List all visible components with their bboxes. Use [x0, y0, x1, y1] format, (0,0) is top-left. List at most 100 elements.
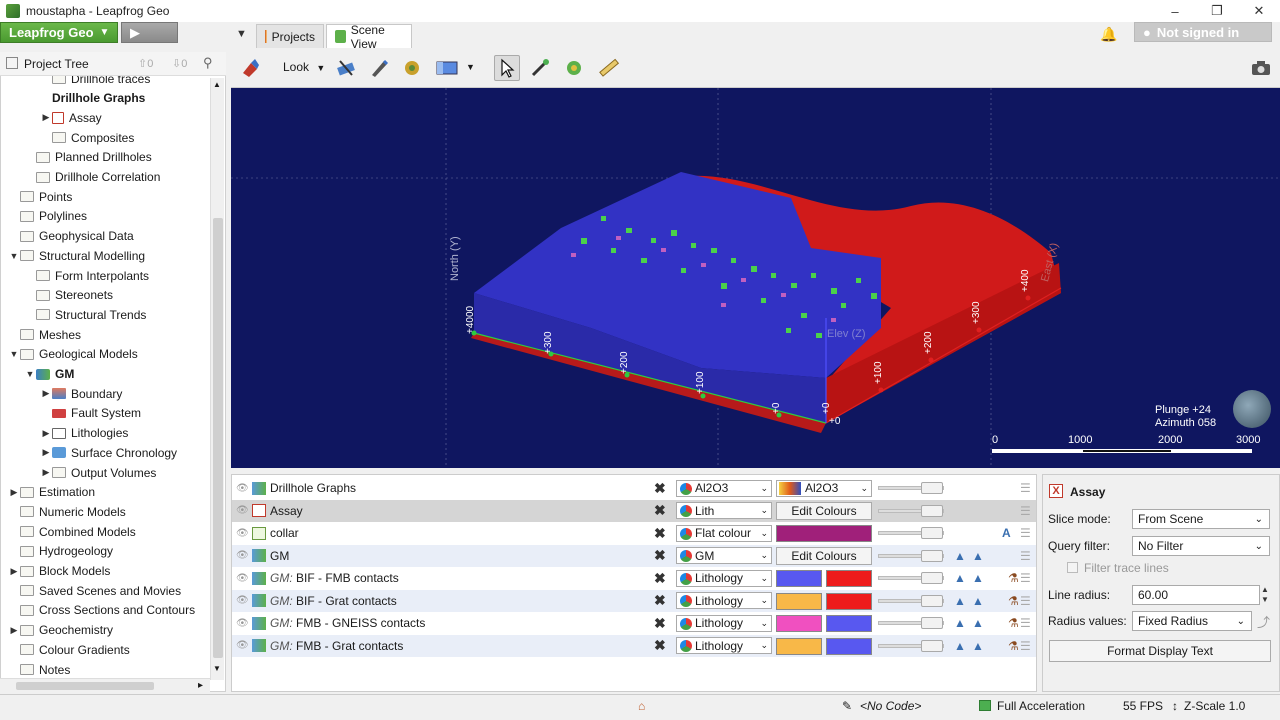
contact-tool-icon[interactable]: ⚗: [1008, 571, 1019, 585]
layer-row[interactable]: 👁 GM: BIF - Grat contacts ✖ Lithology ⌄ ▲ ▲ ⚗ ☰: [232, 589, 1036, 612]
colour-by-select[interactable]: Al2O3 ⌄: [676, 479, 772, 497]
tree-item[interactable]: Cross Sections and Contours: [8, 601, 195, 620]
remove-layer-icon[interactable]: ✖: [654, 502, 666, 519]
colour-by-select[interactable]: Lithology ⌄: [676, 614, 772, 632]
tree-item[interactable]: Combined Models: [8, 522, 136, 541]
expand-icon[interactable]: ▶: [8, 625, 20, 636]
visibility-eye-icon[interactable]: 👁: [236, 573, 249, 584]
tree-item[interactable]: Drillhole Correlation: [24, 168, 160, 187]
tree-horizontal-scrollbar[interactable]: ▸: [0, 678, 210, 692]
radius-values-link-icon[interactable]: ⤴: [1257, 612, 1270, 631]
scroll-up-icon[interactable]: ▲: [213, 80, 221, 89]
opacity-slider[interactable]: [878, 572, 944, 584]
colour-swatch[interactable]: [776, 615, 822, 632]
expand-icon[interactable]: ▶: [40, 388, 52, 399]
slider-knob[interactable]: [921, 527, 943, 539]
minimize-icon[interactable]: –: [1154, 0, 1196, 22]
expand-icon[interactable]: ▶: [8, 566, 20, 577]
opacity-slider[interactable]: [878, 527, 944, 539]
slider-knob[interactable]: [921, 617, 943, 629]
tree-item[interactable]: Points: [8, 187, 72, 206]
hscrollbar-thumb[interactable]: [16, 682, 154, 690]
opacity-slider[interactable]: [878, 594, 944, 607]
tree-item[interactable]: Composites: [40, 128, 134, 147]
restore-icon[interactable]: ❐: [1196, 0, 1238, 22]
sign-in-button[interactable]: ● Not signed in: [1134, 22, 1272, 42]
scroll-right-icon[interactable]: ▸: [198, 680, 203, 691]
surface-display-icon[interactable]: ▲: [954, 549, 966, 563]
expand-icon[interactable]: ▶: [40, 447, 52, 458]
polyline-tool-icon[interactable]: [561, 55, 587, 81]
surface-display-icon[interactable]: ▲: [972, 571, 984, 585]
colour-by-select[interactable]: Flat colour ⌄: [676, 524, 772, 542]
remove-layer-icon[interactable]: ✖: [654, 525, 666, 542]
layer-row[interactable]: 👁 Drillhole Graphs ✖ Al2O3 ⌄ Al2O3 ⌄ ☰: [232, 477, 1036, 499]
slider-knob[interactable]: [921, 639, 943, 652]
expand-icon[interactable]: ▶: [40, 112, 52, 123]
z-scale-status[interactable]: Z-Scale 1.0: [1184, 699, 1245, 713]
collapse-icon[interactable]: ▼: [8, 251, 20, 261]
tree-item[interactable]: Fault System: [40, 404, 141, 423]
filter-trace-checkbox[interactable]: [1067, 562, 1078, 573]
tree-item[interactable]: Planned Drillholes: [24, 148, 152, 167]
tab-scene-view[interactable]: Scene View: [326, 23, 412, 51]
colour-by-select[interactable]: Lithology ⌄: [676, 569, 772, 587]
visibility-eye-icon[interactable]: 👁: [236, 483, 249, 494]
properties-list-icon[interactable]: ☰: [1020, 549, 1031, 563]
visibility-eye-icon[interactable]: 👁: [236, 550, 249, 561]
visibility-eye-icon[interactable]: 👁: [236, 595, 249, 606]
surface-display-icon[interactable]: ▲: [954, 639, 966, 653]
colour-swatch[interactable]: [826, 570, 872, 587]
draw-line-tool-icon[interactable]: [527, 55, 553, 81]
slider-knob[interactable]: [921, 549, 943, 562]
gradient-select[interactable]: Al2O3 ⌄: [776, 479, 872, 497]
opacity-slider[interactable]: [878, 549, 944, 562]
tree-item[interactable]: ▶ Boundary: [40, 384, 123, 403]
slice-tool-icon[interactable]: [333, 55, 359, 81]
colour-swatch[interactable]: [776, 592, 822, 610]
tree-item[interactable]: Meshes: [8, 325, 81, 344]
opacity-slider[interactable]: [878, 504, 944, 517]
colour-swatch[interactable]: [826, 592, 872, 610]
leapfrog-geo-menu-button[interactable]: Leapfrog Geo ▼: [0, 22, 118, 43]
slider-knob[interactable]: [921, 482, 943, 494]
collapse-icon[interactable]: ▼: [8, 349, 20, 359]
notifications-bell-icon[interactable]: 🔔: [1100, 26, 1117, 43]
expand-icon[interactable]: ▶: [40, 467, 52, 478]
remove-layer-icon[interactable]: ✖: [654, 547, 666, 564]
tree-item[interactable]: ▶ Lithologies: [40, 424, 129, 443]
remove-layer-icon[interactable]: ✖: [654, 592, 666, 609]
tree-item[interactable]: Geophysical Data: [8, 227, 134, 246]
collapse-icon[interactable]: ▼: [24, 369, 36, 379]
slice-mode-select[interactable]: From Scene ⌄: [1132, 509, 1270, 529]
slider-knob[interactable]: [921, 504, 943, 517]
query-filter-select[interactable]: No Filter ⌄: [1132, 536, 1270, 556]
layer-row[interactable]: 👁 GM: FMB - Grat contacts ✖ Lithology ⌄ ▲ ▲ ⚗ ☰: [232, 634, 1036, 657]
tree-item[interactable]: Hydrogeology: [8, 542, 113, 561]
no-code-status[interactable]: <No Code>: [860, 699, 921, 713]
colour-swatch[interactable]: [776, 637, 822, 655]
properties-list-icon[interactable]: ☰: [1020, 616, 1031, 630]
format-display-text-button[interactable]: Format Display Text: [1049, 640, 1271, 662]
contact-tool-icon[interactable]: ⚗: [1008, 616, 1019, 630]
label-text-icon[interactable]: A: [1002, 526, 1011, 540]
surface-display-icon[interactable]: ▲: [972, 639, 984, 653]
colour-by-select[interactable]: GM ⌄: [676, 547, 772, 564]
tree-item[interactable]: ▶ Surface Chronology: [40, 443, 178, 462]
tree-vertical-scrollbar[interactable]: ▲ ▼: [210, 78, 224, 680]
sort-down-icon[interactable]: ⇩0: [172, 57, 187, 70]
visibility-eye-icon[interactable]: 👁: [236, 640, 249, 651]
opacity-slider[interactable]: [878, 639, 944, 652]
line-radius-spinner[interactable]: ▲ ▼: [1261, 585, 1269, 605]
tree-item[interactable]: Numeric Models: [8, 502, 126, 521]
display-mode-dropdown-icon[interactable]: ▼: [466, 62, 475, 72]
remove-layer-icon[interactable]: ✖: [654, 637, 666, 654]
scrollbar-thumb[interactable]: [213, 218, 223, 658]
colour-swatch[interactable]: [826, 615, 872, 632]
expand-icon[interactable]: ▶: [8, 487, 20, 498]
colour-by-select[interactable]: Lithology ⌄: [676, 592, 772, 609]
properties-list-icon[interactable]: ☰: [1020, 594, 1031, 608]
opacity-slider[interactable]: [878, 482, 944, 494]
properties-list-icon[interactable]: ☰: [1020, 526, 1031, 540]
play-button[interactable]: ▶: [121, 22, 178, 43]
